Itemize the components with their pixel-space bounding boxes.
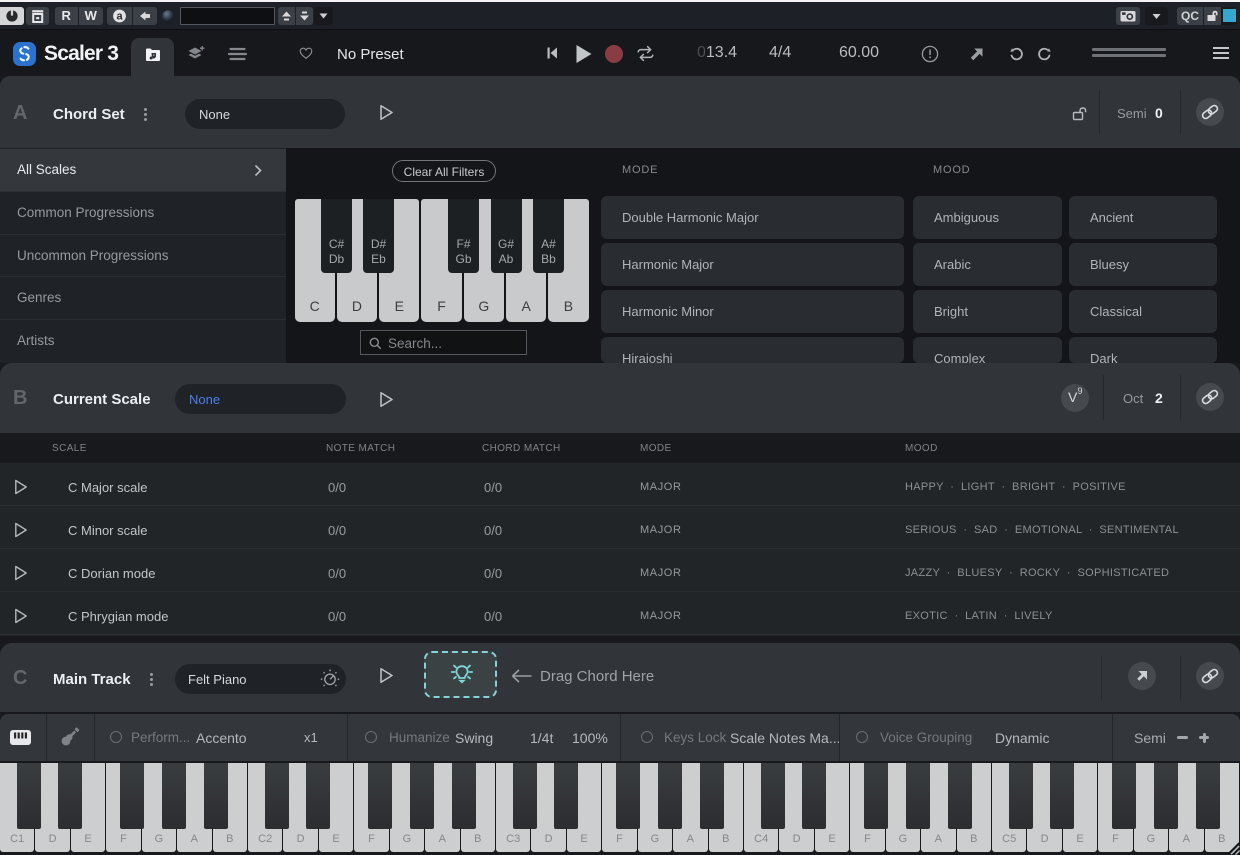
svg-text:a: a <box>116 10 123 22</box>
